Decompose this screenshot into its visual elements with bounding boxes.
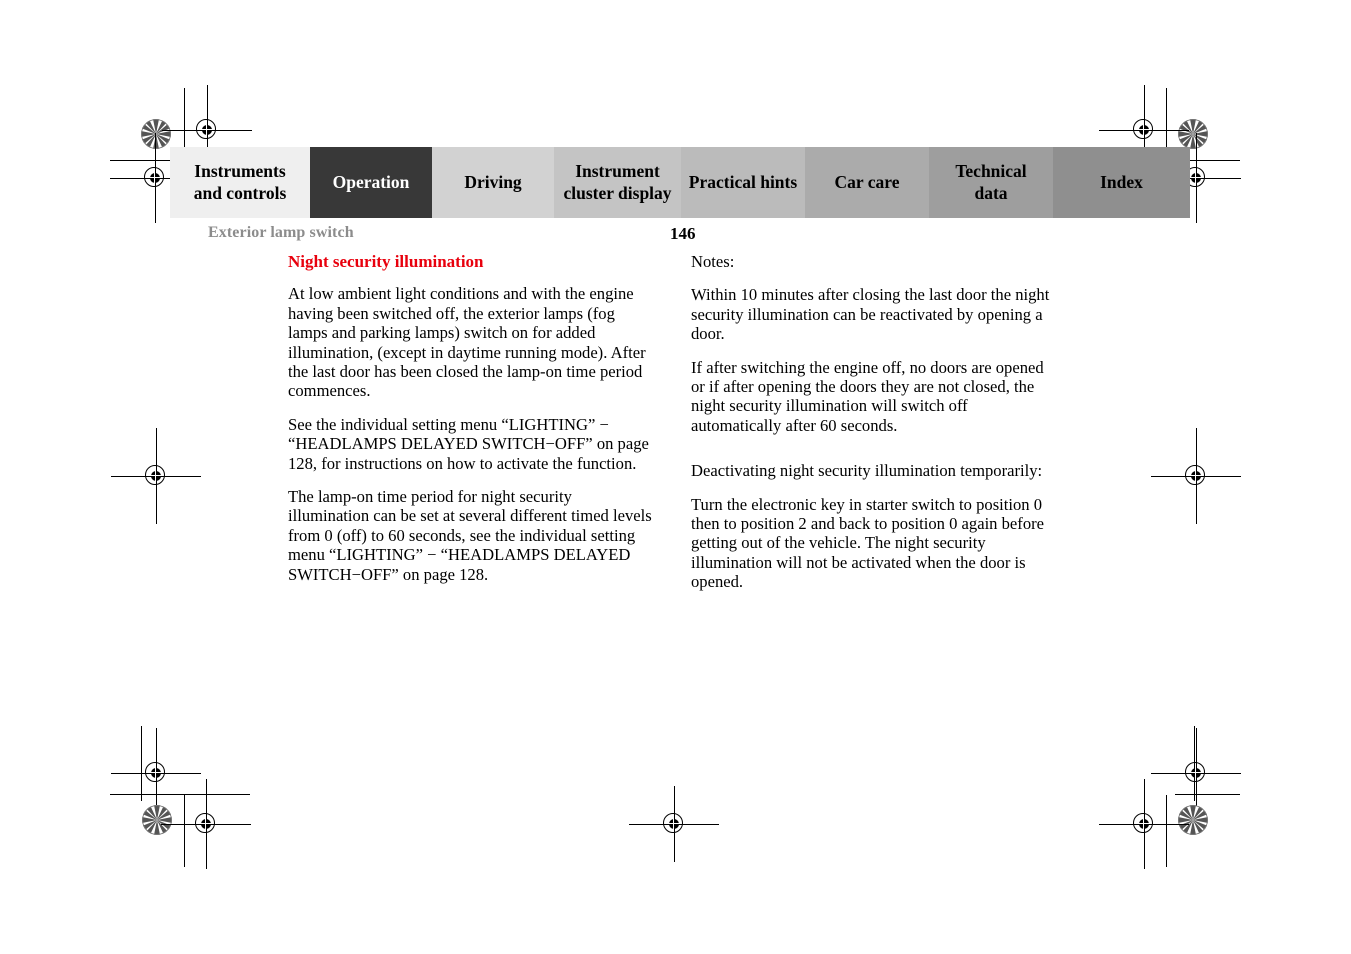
chapter-tab-bar: Instruments and controls Operation Driving I… bbox=[170, 147, 1190, 218]
running-head: Exterior lamp switch 146 bbox=[208, 224, 1128, 243]
body-paragraph: Within 10 minutes after closing the last… bbox=[691, 285, 1050, 344]
body-paragraph: If after switching the engine off, no do… bbox=[691, 357, 1044, 435]
chapter-tab-index[interactable]: Index bbox=[1053, 147, 1190, 218]
body-paragraph: Turn the electronic key in starter switc… bbox=[691, 494, 1045, 592]
starburst-target-top-left bbox=[141, 119, 171, 149]
trim-mark-v-bottom-left bbox=[141, 726, 142, 801]
page-number: 146 bbox=[670, 224, 696, 243]
chapter-tab-car-care[interactable]: Car care bbox=[805, 147, 929, 218]
starburst-target-bottom-right bbox=[1178, 805, 1208, 835]
starburst-target-top-right bbox=[1178, 119, 1208, 149]
section-title: Exterior lamp switch bbox=[208, 224, 354, 241]
subsection-label: Deactivating night security illumination… bbox=[691, 461, 1043, 481]
chapter-tab-driving[interactable]: Driving bbox=[432, 147, 554, 218]
trim-mark-v-bottom-right-2 bbox=[1166, 795, 1167, 867]
chapter-tab-practical-hints[interactable]: Practical hints bbox=[681, 147, 805, 218]
chapter-tab-technical-data[interactable]: Technical data bbox=[929, 147, 1053, 218]
right-text-column: Notes: Within 10 minutes after closing t… bbox=[691, 252, 1059, 592]
body-paragraph: See the individual setting menu “LIGHTIN… bbox=[288, 414, 649, 473]
section-heading: Night security illumination bbox=[288, 252, 484, 271]
notes-label: Notes: bbox=[691, 252, 735, 271]
chapter-tab-instruments-and-controls[interactable]: Instruments and controls bbox=[170, 147, 310, 218]
trim-mark-h-bottom-right bbox=[1175, 794, 1240, 795]
chapter-tab-instrument-cluster-display[interactable]: Instrument cluster display bbox=[554, 147, 681, 218]
body-paragraph: The lamp-on time period for night securi… bbox=[288, 487, 652, 584]
left-text-column: Night security illumination At low ambie… bbox=[288, 252, 656, 584]
body-paragraph: At low ambient light conditions and with… bbox=[288, 284, 646, 401]
trim-mark-v-bottom-left-2 bbox=[184, 795, 185, 867]
starburst-target-bottom-left bbox=[142, 805, 172, 835]
trim-mark-h-bottom-left bbox=[110, 794, 250, 795]
chapter-tab-operation[interactable]: Operation bbox=[310, 147, 432, 218]
